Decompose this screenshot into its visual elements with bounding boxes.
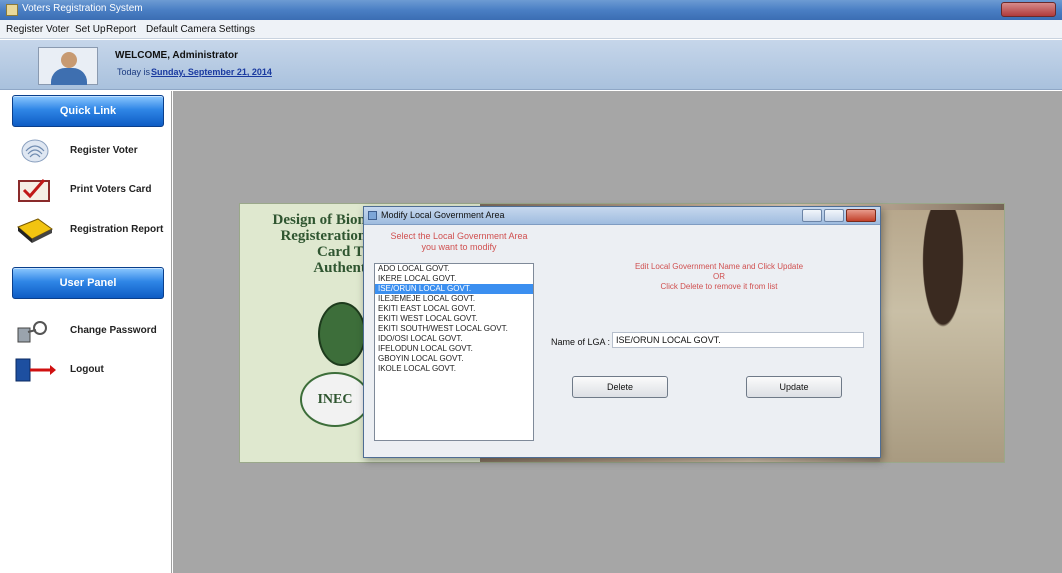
- dialog-title: Modify Local Government Area: [381, 210, 505, 220]
- fingerprint-icon: [21, 139, 49, 163]
- welcome-header: WELCOME, Administrator Today is Sunday, …: [0, 40, 1062, 90]
- today-label: Today is: [117, 67, 151, 77]
- voters-card-icon: [18, 179, 50, 202]
- maximize-button[interactable]: [824, 209, 844, 222]
- sidebar-item-label: Registration Report: [70, 224, 164, 235]
- list-item[interactable]: EKITI WEST LOCAL GOVT.: [375, 314, 533, 324]
- sidebar: Quick Link Register Voter Print Voters C…: [0, 91, 172, 573]
- edit-hint-update: Edit Local Government Name and Click Upd…: [634, 262, 804, 271]
- avatar: [38, 47, 98, 85]
- list-item[interactable]: IKERE LOCAL GOVT.: [375, 274, 533, 284]
- banner-title: Design of Biom Registeration Card To Aut…: [272, 212, 371, 276]
- app-icon: [6, 4, 18, 16]
- title-bar: Voters Registration System: [0, 0, 1062, 20]
- dialog-app-icon: [368, 211, 377, 220]
- window-title: Voters Registration System: [22, 3, 143, 14]
- sidebar-item-label: Logout: [70, 364, 104, 375]
- inec-logo: INEC: [300, 372, 370, 427]
- update-button[interactable]: Update: [746, 376, 842, 398]
- avatar-body: [51, 68, 87, 85]
- menu-register-voter[interactable]: Register Voter: [6, 24, 69, 35]
- book-icon: [17, 218, 53, 243]
- person-photo: [880, 210, 1004, 462]
- avatar-head: [61, 52, 77, 68]
- lga-listbox[interactable]: ADO LOCAL GOVT. IKERE LOCAL GOVT. ISE/OR…: [374, 263, 534, 441]
- delete-button[interactable]: Delete: [572, 376, 668, 398]
- list-item[interactable]: ILEJEMEJE LOCAL GOVT.: [375, 294, 533, 304]
- today-date: Sunday, September 21, 2014: [151, 67, 272, 77]
- close-button[interactable]: [846, 209, 876, 222]
- dialog-title-bar: Modify Local Government Area: [364, 207, 880, 225]
- list-item[interactable]: IKOLE LOCAL GOVT.: [375, 364, 533, 374]
- user-panel-button[interactable]: User Panel: [12, 267, 164, 299]
- menu-set-up[interactable]: Set Up: [75, 24, 106, 35]
- minimize-button[interactable]: [802, 209, 822, 222]
- key-lock-icon: [17, 321, 47, 343]
- select-instruction: Select the Local Government Area you wan…: [390, 231, 528, 252]
- sidebar-item-register-voter[interactable]: Register Voter: [14, 136, 168, 166]
- sidebar-item-label: Print Voters Card: [70, 184, 152, 195]
- list-item[interactable]: IDO/OSI LOCAL GOVT.: [375, 334, 533, 344]
- lga-name-label: Name of LGA :: [551, 337, 611, 347]
- main-workspace: Design of Biom Registeration Card To Aut…: [173, 91, 1062, 573]
- edit-hint: Edit Local Government Name and Click Upd…: [579, 262, 859, 292]
- menu-default-camera-settings[interactable]: Default Camera Settings: [146, 24, 255, 35]
- welcome-text: WELCOME, Administrator: [115, 50, 238, 61]
- list-item[interactable]: IFELODUN LOCAL GOVT.: [375, 344, 533, 354]
- sidebar-item-logout[interactable]: Logout: [14, 355, 168, 385]
- lga-name-input[interactable]: [612, 332, 864, 348]
- menu-report[interactable]: Report: [106, 24, 136, 35]
- list-item[interactable]: EKITI SOUTH/WEST LOCAL GOVT.: [375, 324, 533, 334]
- list-item[interactable]: ADO LOCAL GOVT.: [375, 264, 533, 274]
- sidebar-item-label: Register Voter: [70, 145, 138, 156]
- modify-lga-dialog: Modify Local Government Area Select the …: [363, 206, 881, 458]
- quick-link-button[interactable]: Quick Link: [12, 95, 164, 127]
- sidebar-item-label: Change Password: [70, 325, 157, 336]
- sidebar-item-change-password[interactable]: Change Password: [14, 316, 168, 346]
- list-item[interactable]: GBOYIN LOCAL GOVT.: [375, 354, 533, 364]
- list-item[interactable]: EKITI EAST LOCAL GOVT.: [375, 304, 533, 314]
- window-controls[interactable]: [1001, 2, 1056, 17]
- list-item-selected[interactable]: ISE/ORUN LOCAL GOVT.: [375, 284, 533, 294]
- coat-of-arms-image: [318, 302, 366, 366]
- logout-icon: [15, 358, 56, 382]
- sidebar-item-print-voters-card[interactable]: Print Voters Card: [14, 175, 168, 205]
- sidebar-item-registration-report[interactable]: Registration Report: [14, 215, 168, 245]
- edit-hint-or: OR: [713, 272, 725, 281]
- edit-hint-delete: Click Delete to remove it from list: [660, 282, 778, 291]
- menu-bar: Register Voter Set Up Report Default Cam…: [0, 20, 1062, 39]
